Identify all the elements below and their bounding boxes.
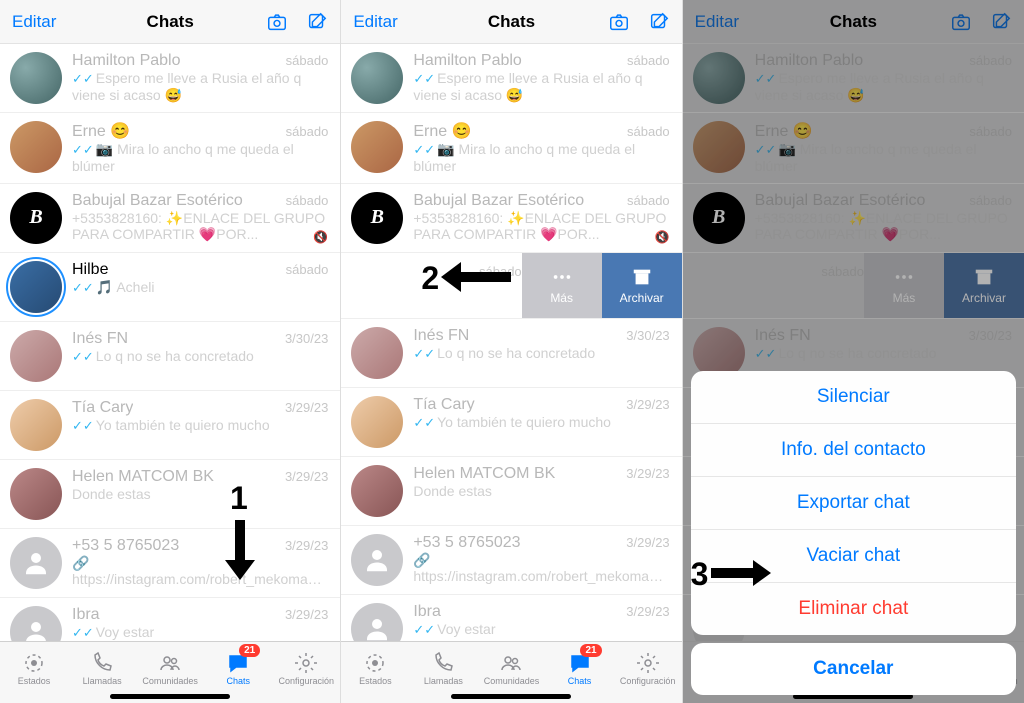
tab-config[interactable]: Configuración bbox=[272, 642, 340, 695]
chat-time: sábado bbox=[286, 53, 329, 68]
tab-config[interactable]: Configuración bbox=[614, 642, 682, 695]
chat-row[interactable]: +53 5 87650233/29/23🔗 https://instagram.… bbox=[341, 526, 681, 595]
tab-chats[interactable]: Chats21 bbox=[546, 642, 614, 695]
action-sheet-backdrop[interactable]: Silenciar Info. del contacto Exportar ch… bbox=[683, 0, 1024, 703]
chat-row[interactable]: Erne 😊sábado✓✓📷 Mira lo ancho q me queda… bbox=[341, 113, 681, 184]
avatar bbox=[10, 330, 62, 382]
compose-icon[interactable] bbox=[648, 11, 670, 33]
chat-row[interactable]: Helen MATCOM BK3/29/23 Donde estas bbox=[0, 460, 340, 529]
avatar: B bbox=[351, 192, 403, 244]
edit-button[interactable]: Editar bbox=[353, 12, 397, 32]
avatar bbox=[351, 327, 403, 379]
muted-icon: 🔇 bbox=[655, 230, 670, 244]
avatar-placeholder bbox=[351, 534, 403, 586]
panel-step-3: Editar Chats Hamilton Pablosábado✓✓Esper… bbox=[683, 0, 1024, 703]
home-indicator bbox=[110, 694, 230, 699]
avatar-placeholder bbox=[10, 606, 62, 641]
unread-badge: 21 bbox=[580, 644, 601, 657]
chat-row[interactable]: Helen MATCOM BK3/29/23Donde estas bbox=[341, 457, 681, 526]
header: Editar Chats bbox=[341, 0, 681, 44]
sheet-cancelar[interactable]: Cancelar bbox=[691, 643, 1016, 695]
avatar-placeholder bbox=[351, 603, 403, 641]
sheet-info[interactable]: Info. del contacto bbox=[691, 424, 1016, 477]
avatar bbox=[10, 52, 62, 104]
chat-row[interactable]: Hilbesábado ✓✓🎵 Acheli bbox=[0, 253, 340, 322]
chat-preview: ✓✓Espero me lleve a Rusia el año q viene… bbox=[72, 70, 328, 104]
header: Editar Chats bbox=[0, 0, 340, 44]
avatar bbox=[351, 121, 403, 173]
chat-list: Hamilton Pablosábado✓✓Espero me lleve a … bbox=[341, 44, 681, 641]
avatar bbox=[351, 52, 403, 104]
avatar bbox=[10, 399, 62, 451]
chat-row[interactable]: Ibra3/29/23✓✓Voy estar bbox=[341, 595, 681, 641]
sheet-eliminar[interactable]: Eliminar chat bbox=[691, 583, 1016, 635]
avatar bbox=[351, 396, 403, 448]
chat-row[interactable]: Hamilton Pablo sábado ✓✓Espero me lleve a… bbox=[0, 44, 340, 113]
chat-row[interactable]: B Babujal Bazar Esotéricosábado +5353828… bbox=[0, 184, 340, 253]
panel-step-2: Editar Chats Hamilton Pablosábado✓✓Esper… bbox=[341, 0, 682, 703]
home-indicator bbox=[451, 694, 571, 699]
chat-row[interactable]: Hamilton Pablosábado✓✓Espero me lleve a … bbox=[341, 44, 681, 113]
chat-list: Hamilton Pablo sábado ✓✓Espero me lleve a… bbox=[0, 44, 340, 641]
camera-icon[interactable] bbox=[266, 11, 288, 33]
avatar bbox=[10, 121, 62, 173]
chat-row-swiped[interactable]: heli sábado Más Archivar bbox=[341, 253, 681, 319]
sheet-exportar[interactable]: Exportar chat bbox=[691, 477, 1016, 530]
tab-llamadas[interactable]: Llamadas bbox=[68, 642, 136, 695]
sheet-silenciar[interactable]: Silenciar bbox=[691, 371, 1016, 424]
chat-row[interactable]: Erne 😊sábado ✓✓📷 Mira lo ancho q me qued… bbox=[0, 113, 340, 184]
panel-step-1: Editar Chats Hamilton Pablo sábado ✓✓Espe… bbox=[0, 0, 341, 703]
muted-icon: 🔇 bbox=[313, 230, 328, 244]
avatar bbox=[10, 468, 62, 520]
chat-row[interactable]: Inés FN3/30/23✓✓Lo q no se ha concretado bbox=[341, 319, 681, 388]
tab-estados[interactable]: Estados bbox=[0, 642, 68, 695]
edit-button[interactable]: Editar bbox=[12, 12, 56, 32]
chat-row[interactable]: +53 5 87650233/29/23 🔗 https://instagram… bbox=[0, 529, 340, 598]
tab-chats[interactable]: Chats21 bbox=[204, 642, 272, 695]
avatar bbox=[351, 465, 403, 517]
action-sheet: Silenciar Info. del contacto Exportar ch… bbox=[691, 371, 1016, 695]
chat-name: Hamilton Pablo bbox=[72, 52, 181, 70]
chat-row[interactable]: Tía Cary3/29/23 ✓✓Yo también te quiero m… bbox=[0, 391, 340, 460]
tab-comunidades[interactable]: Comunidades bbox=[136, 642, 204, 695]
swipe-archive-button[interactable]: Archivar bbox=[602, 253, 682, 318]
camera-icon[interactable] bbox=[608, 11, 630, 33]
swipe-more-button[interactable]: Más bbox=[522, 253, 602, 318]
chat-row[interactable]: Inés FN3/30/23 ✓✓Lo q no se ha concretad… bbox=[0, 322, 340, 391]
tab-llamadas[interactable]: Llamadas bbox=[409, 642, 477, 695]
tab-comunidades[interactable]: Comunidades bbox=[477, 642, 545, 695]
tab-estados[interactable]: Estados bbox=[341, 642, 409, 695]
chat-row[interactable]: B Babujal Bazar Esotéricosábado+53538281… bbox=[341, 184, 681, 253]
avatar: B bbox=[10, 192, 62, 244]
swipe-actions: Más Archivar bbox=[522, 253, 682, 318]
compose-icon[interactable] bbox=[306, 11, 328, 33]
chat-row[interactable]: Tía Cary3/29/23✓✓Yo también te quiero mu… bbox=[341, 388, 681, 457]
sheet-vaciar[interactable]: Vaciar chat bbox=[691, 530, 1016, 583]
chat-row[interactable]: Ibra3/29/23 ✓✓Voy estar bbox=[0, 598, 340, 641]
unread-badge: 21 bbox=[239, 644, 260, 657]
avatar-placeholder bbox=[10, 537, 62, 589]
avatar bbox=[10, 261, 62, 313]
